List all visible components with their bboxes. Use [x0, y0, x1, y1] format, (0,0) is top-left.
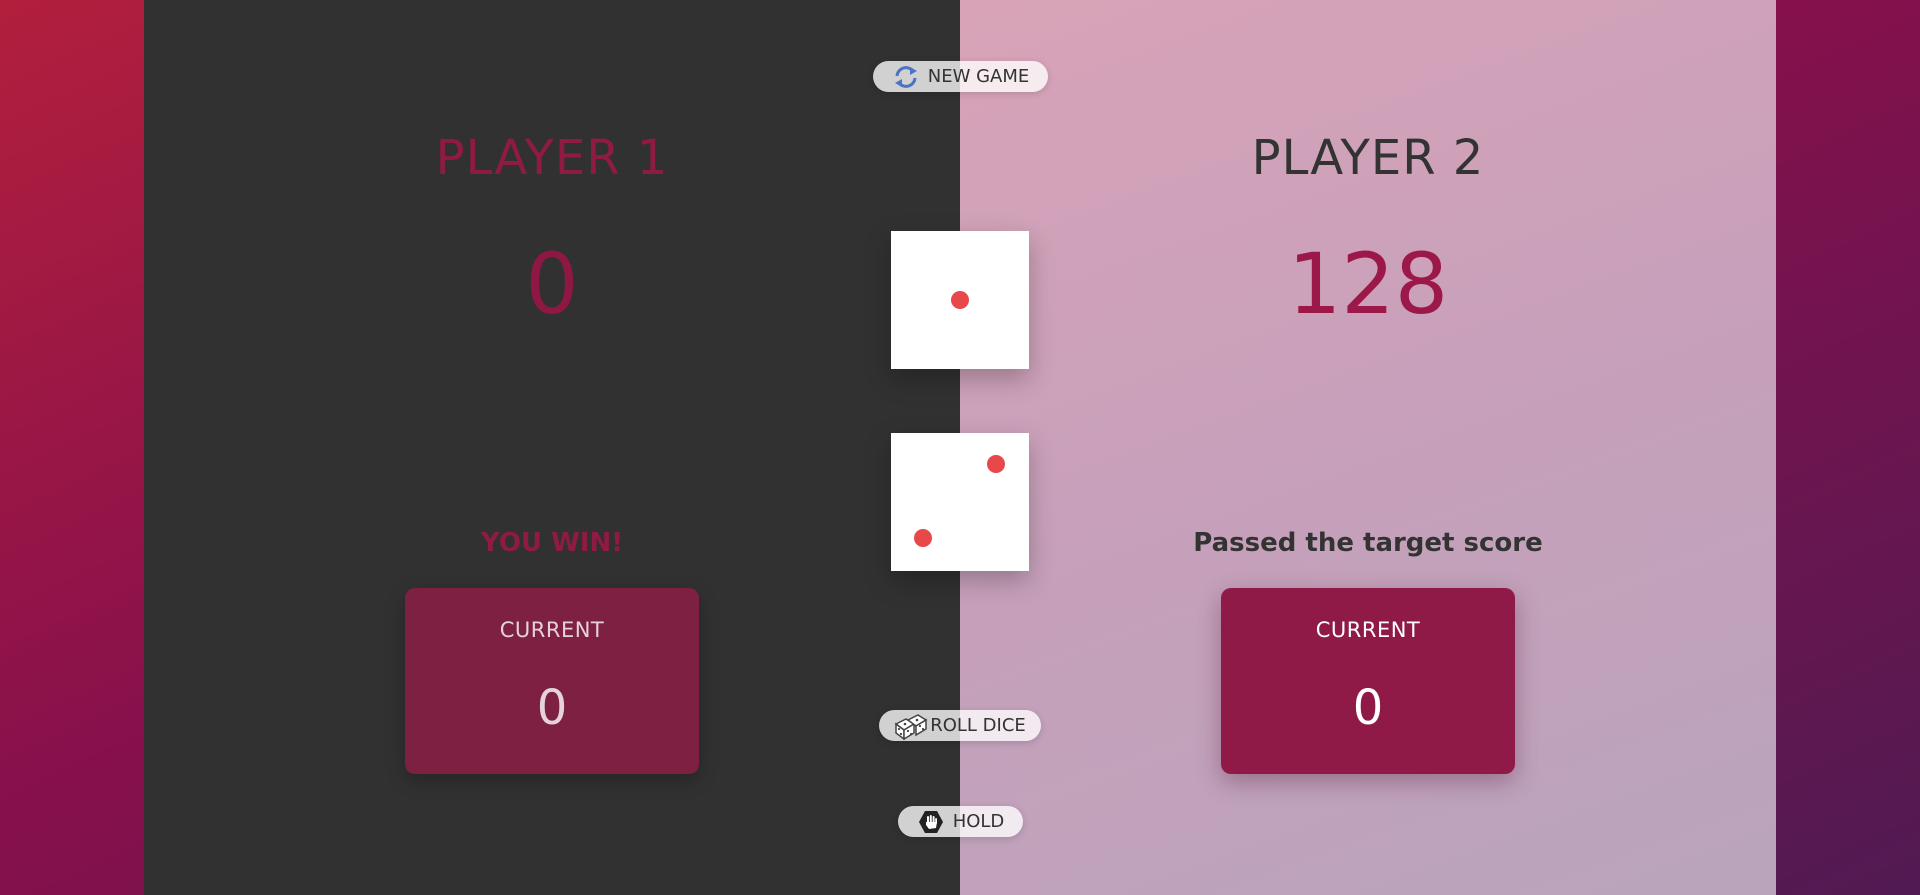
die-pip — [987, 455, 1005, 473]
player-2-panel: PLAYER 2 128 Passed the target score CUR… — [960, 0, 1776, 895]
player-2-current-box: CURRENT 0 — [1221, 588, 1515, 774]
player-1-score: 0 — [525, 235, 579, 333]
die-pip — [914, 529, 932, 547]
roll-dice-button[interactable]: ROLL DICE — [879, 710, 1041, 741]
hand-icon — [917, 810, 945, 834]
new-game-label: NEW GAME — [927, 66, 1030, 87]
player-2-current-score: 0 — [1352, 680, 1384, 736]
player-1-current-box: CURRENT 0 — [405, 588, 699, 774]
player-2-score: 128 — [1287, 235, 1449, 333]
player-2-current-label: CURRENT — [1315, 618, 1421, 642]
dice-icon — [894, 713, 928, 740]
player-2-name: PLAYER 2 — [1251, 130, 1485, 186]
player-1-panel: PLAYER 1 0 YOU WIN! CURRENT 0 — [144, 0, 960, 895]
player-1-message: YOU WIN! — [480, 528, 624, 558]
player-1-current-score: 0 — [536, 680, 568, 736]
die-1 — [891, 231, 1029, 369]
hold-label: HOLD — [952, 811, 1005, 832]
new-game-button[interactable]: NEW GAME — [873, 61, 1048, 92]
die-pip — [951, 291, 969, 309]
die-2 — [891, 433, 1029, 571]
roll-dice-label: ROLL DICE — [930, 715, 1026, 736]
player-2-message: Passed the target score — [1193, 528, 1543, 558]
player-1-current-label: CURRENT — [499, 618, 605, 642]
player-1-name: PLAYER 1 — [435, 130, 669, 186]
hold-button[interactable]: HOLD — [898, 806, 1023, 837]
refresh-icon — [892, 65, 920, 89]
